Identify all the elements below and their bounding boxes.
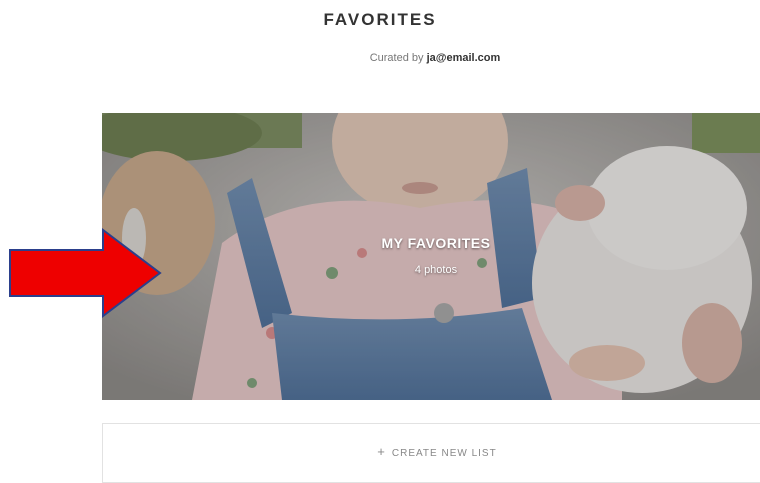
curated-by: Curated by ja@email.com [0,52,760,64]
create-new-list-content: + CREATE NEW LIST [103,444,760,459]
photo-count: 4 photos [414,264,458,276]
curated-by-label: Curated by [369,52,424,64]
page-title: FAVORITES [323,10,437,29]
red-arrow-icon [9,228,162,318]
create-new-list-button[interactable]: + CREATE NEW LIST [102,423,760,483]
favorites-list-card[interactable]: MY FAVORITES 4 photos [102,113,760,400]
list-title[interactable]: MY FAVORITES [102,235,760,251]
curator-email[interactable]: ja@email.com [427,52,501,64]
plus-icon: + [377,444,386,459]
create-new-list-label: CREATE NEW LIST [391,448,497,459]
cover-overlay [102,113,760,400]
